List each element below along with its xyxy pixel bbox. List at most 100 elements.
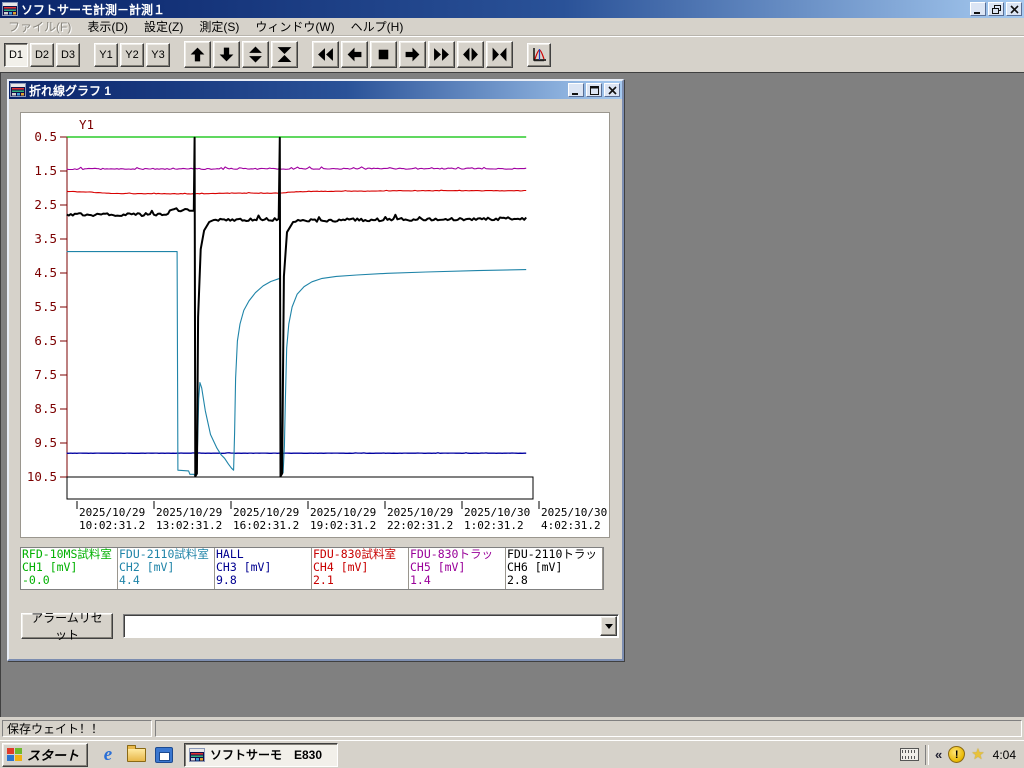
toolbar-d1-button[interactable]: D1 — [4, 42, 28, 67]
combobox-dropdown-button[interactable] — [600, 616, 617, 636]
keyboard-layout-icon[interactable] — [899, 748, 919, 761]
alarm-row: アラームリセット — [21, 611, 619, 642]
start-label: スタート — [27, 748, 80, 763]
app-restore-button[interactable] — [988, 2, 1004, 16]
channel-value: 2.8 — [507, 573, 528, 587]
menubar: ファイル(F) 表示(D) 設定(Z) 測定(S) ウィンドウ(W) ヘルプ(H… — [0, 18, 1024, 36]
menu-measure[interactable]: 測定(S) — [191, 16, 247, 37]
svg-text:13:02:31.2: 13:02:31.2 — [156, 519, 222, 532]
legend-channel-6: FDU-2110トラッ CH6 [mV] 2.8 — [506, 548, 603, 589]
graph-window-titlebar[interactable]: 折れ線グラフ 1 — [9, 81, 622, 99]
svg-text:22:02:31.2: 22:02:31.2 — [387, 519, 453, 532]
status-message: 保存ウェイト！！ — [2, 720, 152, 737]
internet-explorer-icon[interactable]: e — [98, 745, 118, 765]
svg-text:1:02:31.2: 1:02:31.2 — [464, 519, 524, 532]
svg-text:2025/10/29: 2025/10/29 — [310, 506, 376, 519]
svg-text:Y1: Y1 — [79, 117, 94, 132]
double-left-icon — [317, 46, 334, 63]
graph-window: 折れ線グラフ 1 0.5 1.5 2.5 3.5 4.5 5.5 6.5 7.5 8.5 9.5 1… — [7, 79, 624, 661]
expand-vertical-icon — [247, 46, 264, 63]
series-CH4 — [66, 189, 527, 195]
graph-window-icon — [10, 83, 26, 97]
scroll-down-button[interactable] — [213, 41, 240, 68]
menu-window[interactable]: ウィンドウ(W) — [247, 16, 342, 37]
arrow-down-icon — [218, 46, 235, 63]
star-icon[interactable]: ★ — [971, 747, 984, 762]
svg-text:2025/10/29: 2025/10/29 — [156, 506, 222, 519]
channel-value: 2.1 — [313, 573, 334, 587]
security-shield-icon[interactable]: ! — [948, 746, 966, 763]
menu-view[interactable]: 表示(D) — [79, 16, 136, 37]
graph-settings-button[interactable] — [527, 42, 551, 67]
channel-legend: RFD-10MS試料室 CH1 [mV] -0.0 FDU-2110試料室 CH2 [m… — [20, 547, 604, 590]
svg-text:2025/10/29: 2025/10/29 — [233, 506, 299, 519]
collapse-tray-icon[interactable]: « — [935, 747, 942, 762]
arrow-right-icon — [404, 46, 421, 63]
expand-horizontal-button[interactable] — [457, 41, 484, 68]
svg-text:10:02:31.2: 10:02:31.2 — [79, 519, 145, 532]
svg-text:0.5: 0.5 — [34, 129, 57, 144]
arrow-left-icon — [346, 46, 363, 63]
menu-help[interactable]: ヘルプ(H) — [343, 16, 412, 37]
line-chart: 0.5 1.5 2.5 3.5 4.5 5.5 6.5 7.5 8.5 9.5 10.5 Y1 2025… — [20, 112, 610, 538]
series-CH6 — [66, 136, 527, 478]
taskbar-clock: 4:04 — [992, 747, 1016, 762]
expand-vertical-button[interactable] — [242, 41, 269, 68]
taskbar-app-button[interactable]: ソフトサーモ E830 — [184, 742, 338, 767]
graph-window-title: 折れ線グラフ 1 — [29, 83, 112, 98]
svg-text:8.5: 8.5 — [34, 401, 57, 416]
toolbar-y2-button[interactable]: Y2 — [120, 42, 144, 67]
scroll-up-button[interactable] — [184, 41, 211, 68]
svg-text:4:02:31.2: 4:02:31.2 — [541, 519, 601, 532]
taskbar: スタート e ソフトサーモ E830 « ! ★ 4:04 — [0, 740, 1024, 768]
toolbar-d2-button[interactable]: D2 — [30, 42, 54, 67]
arrow-up-icon — [189, 46, 206, 63]
app-icon — [2, 2, 18, 16]
application-window: ソフトサーモ計測－計測１ ファイル(F) 表示(D) 設定(Z) 測定(S) ウ — [0, 0, 1024, 768]
alarm-combobox[interactable] — [123, 614, 619, 638]
fast-rewind-button[interactable] — [312, 41, 339, 68]
graph-icon — [531, 47, 547, 63]
menu-settings[interactable]: 設定(Z) — [136, 16, 191, 37]
expand-horizontal-icon — [462, 46, 479, 63]
toolbar-d3-button[interactable]: D3 — [56, 42, 80, 67]
channel-value: -0.0 — [22, 573, 50, 587]
start-button[interactable]: スタート — [2, 742, 88, 767]
svg-text:9.5: 9.5 — [34, 435, 57, 450]
svg-text:7.5: 7.5 — [34, 367, 57, 382]
taskbar-app-label: ソフトサーモ E830 — [210, 748, 323, 762]
fast-forward-button[interactable] — [428, 41, 455, 68]
graph-close-button[interactable] — [604, 83, 620, 97]
stop-button[interactable] — [370, 41, 397, 68]
svg-text:3.5: 3.5 — [34, 231, 57, 246]
compress-vertical-button[interactable] — [271, 41, 298, 68]
svg-text:1.5: 1.5 — [34, 163, 57, 178]
compress-horizontal-icon — [491, 46, 508, 63]
toolbar-y1-button[interactable]: Y1 — [94, 42, 118, 67]
app-close-button[interactable] — [1006, 2, 1022, 16]
svg-text:10.5: 10.5 — [27, 469, 57, 484]
series-CH5 — [66, 166, 527, 171]
step-right-button[interactable] — [399, 41, 426, 68]
legend-channel-1: RFD-10MS試料室 CH1 [mV] -0.0 — [21, 548, 118, 589]
menu-file[interactable]: ファイル(F) — [0, 16, 79, 37]
alarm-combobox-value[interactable] — [126, 617, 598, 635]
alarm-reset-button[interactable]: アラームリセット — [21, 611, 113, 642]
step-left-button[interactable] — [341, 41, 368, 68]
app-minimize-button[interactable] — [970, 2, 986, 16]
graph-minimize-button[interactable] — [568, 83, 584, 97]
status-panel-2 — [155, 720, 1022, 737]
taskbar-app-icon — [189, 747, 205, 762]
compress-horizontal-button[interactable] — [486, 41, 513, 68]
legend-channel-5: FDU-830トラッ CH5 [mV] 1.4 — [409, 548, 506, 589]
show-desktop-icon[interactable] — [154, 745, 174, 765]
toolbar-y3-button[interactable]: Y3 — [146, 42, 170, 67]
svg-text:19:02:31.2: 19:02:31.2 — [310, 519, 376, 532]
mdi-area: 折れ線グラフ 1 0.5 1.5 2.5 3.5 4.5 5.5 6.5 7.5 8.5 9.5 1… — [0, 72, 1024, 717]
status-bar: 保存ウェイト！！ — [0, 717, 1024, 740]
svg-text:5.5: 5.5 — [34, 299, 57, 314]
folder-icon[interactable] — [126, 744, 146, 765]
legend-channel-3: HALL CH3 [mV] 9.8 — [215, 548, 312, 589]
svg-text:2025/10/30: 2025/10/30 — [464, 506, 530, 519]
graph-maximize-button[interactable] — [586, 83, 602, 97]
